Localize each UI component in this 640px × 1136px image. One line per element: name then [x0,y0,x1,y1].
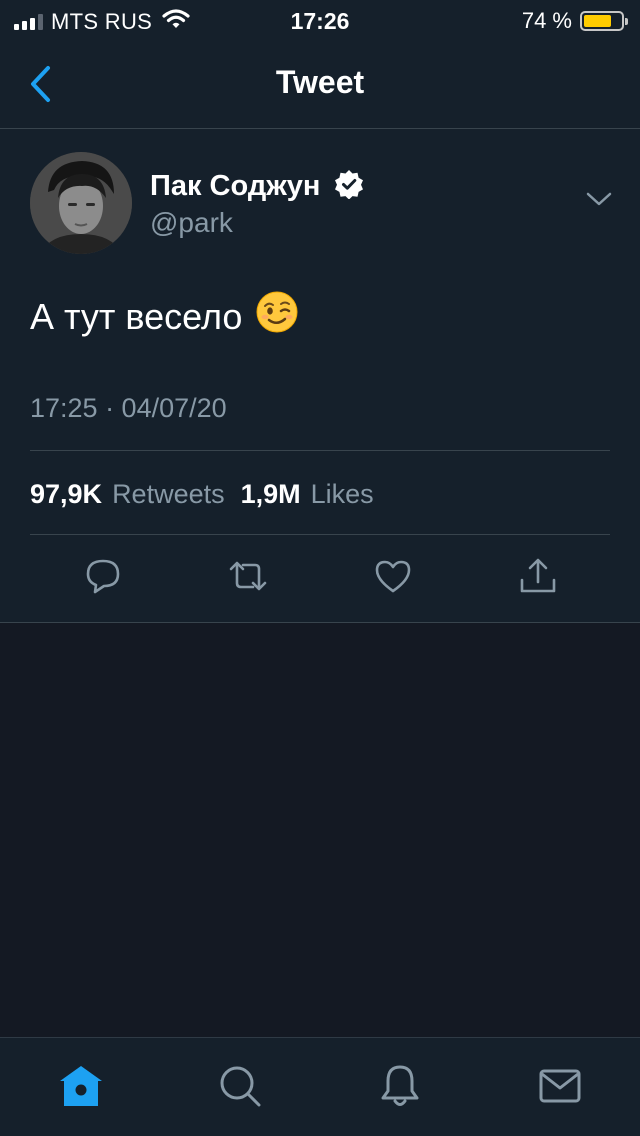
verified-badge-icon [334,169,364,204]
tab-home[interactable] [57,1062,105,1110]
retweet-icon [229,561,267,591]
like-button[interactable] [371,554,415,598]
reply-icon [86,559,120,594]
wink-emoji-icon [256,291,298,342]
retweets-label[interactable]: Retweets [112,479,225,510]
tweet-actions [0,554,640,604]
battery-percent: 74 % [521,8,572,33]
navigation-bar: Tweet [0,40,640,129]
share-button[interactable] [516,554,560,598]
profile-photo [30,152,132,254]
like-icon [375,560,411,593]
messages-icon [539,1069,581,1103]
tab-search[interactable] [216,1062,264,1110]
tweet-detail: Пак Соджун @park А тут весело 17:25 · 04… [0,129,640,623]
author-name[interactable]: Пак Соджун [150,170,320,203]
likes-label[interactable]: Likes [311,479,374,510]
top-area: MTS RUS 17:26 74 % Tweet Пак Соджун @par… [0,0,640,623]
page-title: Tweet [275,64,365,100]
share-icon [520,558,556,593]
tweet-body: А тут весело [30,295,243,337]
author-row: Пак Соджун [150,169,364,204]
status-bar: MTS RUS 17:26 74 % [0,0,640,40]
home-icon [60,1066,102,1106]
author-handle[interactable]: @park [150,207,233,239]
divider [30,534,610,535]
retweets-count[interactable]: 97,9K [30,479,102,510]
retweet-button[interactable] [226,554,270,598]
tab-bar [0,1037,640,1136]
chevron-down-icon [586,192,612,206]
tweet-timestamp: 17:25 · 04/07/20 [30,393,227,423]
battery-icon [580,11,628,31]
search-icon [220,1066,261,1107]
tab-messages[interactable] [536,1062,584,1110]
likes-count[interactable]: 1,9M [241,479,301,510]
status-right: 74 % [521,8,628,34]
tab-notifications[interactable] [376,1062,424,1110]
reply-button[interactable] [81,554,125,598]
tweet-options-button[interactable] [586,191,612,212]
notifications-icon [381,1065,419,1106]
avatar[interactable] [30,152,132,254]
tweet-text: А тут весело [30,291,298,342]
divider [30,450,610,451]
tweet-stats: 97,9K Retweets 1,9M Likes [30,479,380,510]
